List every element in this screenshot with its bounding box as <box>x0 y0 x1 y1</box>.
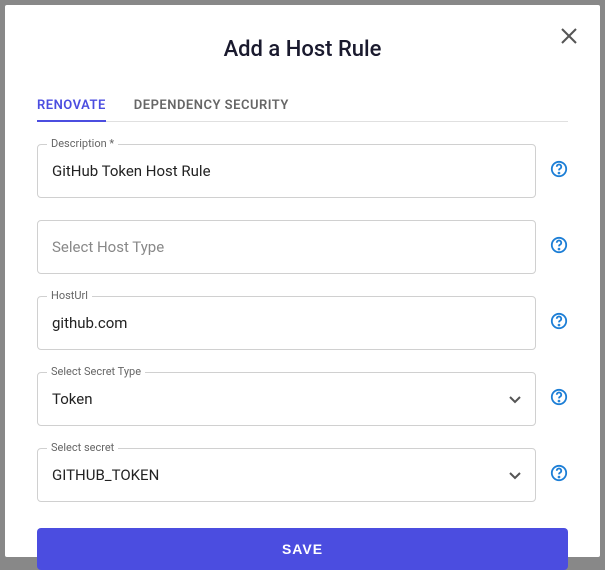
tab-dependency-security[interactable]: DEPENDENCY SECURITY <box>134 90 289 121</box>
description-help[interactable] <box>550 160 568 182</box>
host-type-help[interactable] <box>550 236 568 258</box>
secret-label: Select secret <box>47 441 118 454</box>
hosturl-label: HostUrl <box>47 289 92 302</box>
help-icon <box>550 160 568 178</box>
modal-title: Add a Host Rule <box>37 37 568 62</box>
secret-select[interactable]: GITHUB_TOKEN <box>37 448 536 502</box>
help-icon <box>550 464 568 482</box>
description-input[interactable] <box>37 144 536 198</box>
secret-type-select[interactable]: Token <box>37 372 536 426</box>
secret-type-help[interactable] <box>550 388 568 410</box>
host-type-input[interactable] <box>37 220 536 274</box>
tab-renovate[interactable]: RENOVATE <box>37 90 106 121</box>
close-icon <box>560 27 578 45</box>
save-button[interactable]: SAVE <box>37 528 568 570</box>
help-icon <box>550 388 568 406</box>
description-label: Description * <box>47 137 118 150</box>
chevron-down-icon <box>509 390 521 408</box>
hosturl-input[interactable] <box>37 296 536 350</box>
chevron-down-icon <box>509 466 521 484</box>
form: Description * <box>37 144 568 502</box>
add-host-rule-modal: Add a Host Rule RENOVATE DEPENDENCY SECU… <box>5 5 600 557</box>
help-icon <box>550 236 568 254</box>
secret-type-value: Token <box>52 390 92 408</box>
secret-type-label: Select Secret Type <box>47 365 145 378</box>
tabs: RENOVATE DEPENDENCY SECURITY <box>37 90 568 122</box>
close-button[interactable] <box>560 27 578 49</box>
hosturl-help[interactable] <box>550 312 568 334</box>
help-icon <box>550 312 568 330</box>
secret-help[interactable] <box>550 464 568 486</box>
secret-value: GITHUB_TOKEN <box>52 466 159 484</box>
